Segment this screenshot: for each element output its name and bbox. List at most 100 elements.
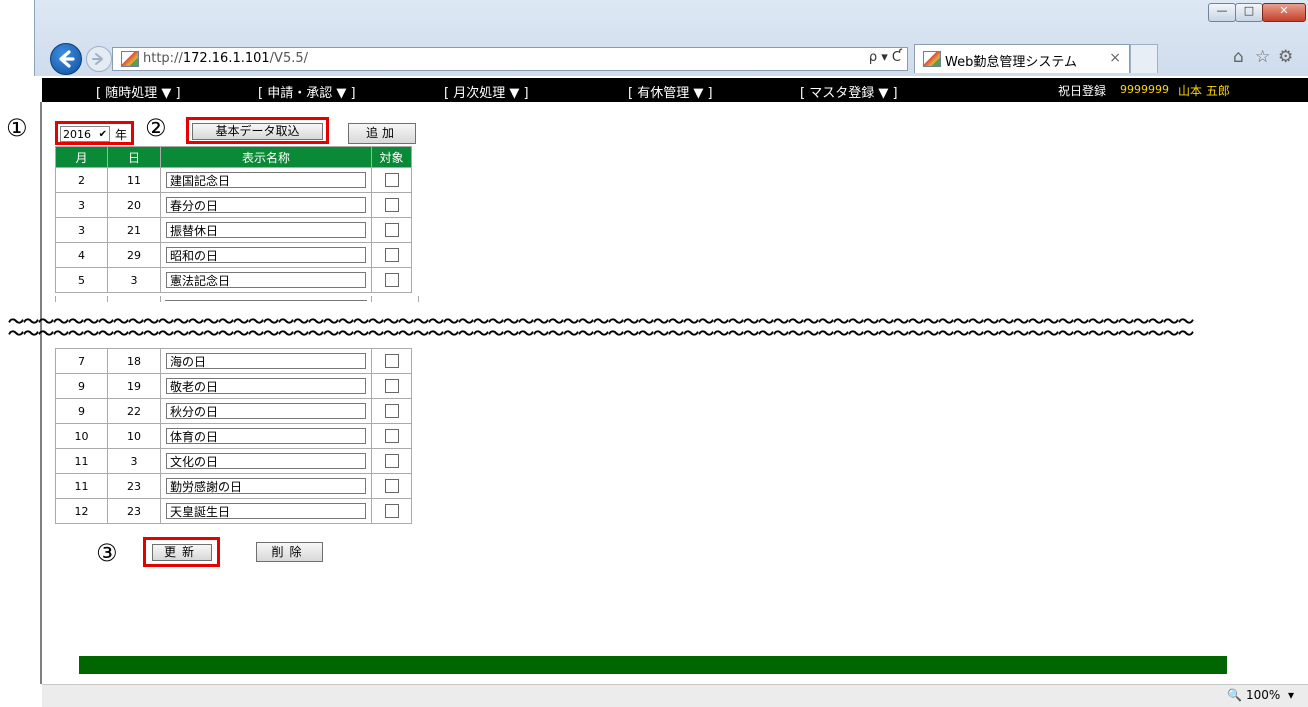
- cell-day: 18: [107, 348, 161, 374]
- display-name-input[interactable]: 天皇誕生日: [166, 503, 366, 519]
- display-name-input[interactable]: 振替休日: [166, 222, 366, 238]
- wave-line-2: 〜〜〜〜〜〜〜〜〜〜〜〜〜〜〜〜〜〜〜〜〜〜〜〜〜〜〜〜〜〜〜〜〜〜〜〜〜〜〜〜…: [8, 324, 1194, 343]
- address-bar[interactable]: http://172.16.1.101/V5.5/ ρ ▾ Ƈ: [112, 47, 908, 71]
- menu-request-approval[interactable]: [ 申請・承認 ▼ ]: [258, 82, 356, 101]
- omission-wave-separator: 〜〜〜〜〜〜〜〜〜〜〜〜〜〜〜〜〜〜〜〜〜〜〜〜〜〜〜〜〜〜〜〜〜〜〜〜〜〜〜〜…: [8, 316, 1302, 344]
- display-name-input[interactable]: 体育の日: [166, 428, 366, 444]
- import-base-data-button[interactable]: 基本データ取込: [192, 123, 323, 140]
- close-icon: ✕: [1279, 4, 1289, 17]
- cell-month: 9: [55, 398, 108, 424]
- target-checkbox[interactable]: [384, 173, 399, 187]
- menu-ad-hoc-processing[interactable]: [ 随時処理 ▼ ]: [96, 82, 181, 101]
- year-select[interactable]: 2016 ✔: [60, 126, 110, 142]
- cell-day: 23: [107, 498, 161, 524]
- window-close-button[interactable]: ✕: [1262, 3, 1306, 22]
- display-name-input[interactable]: 春分の日: [166, 197, 366, 213]
- cell-display-name: 昭和の日: [160, 242, 372, 268]
- display-name-input[interactable]: 憲法記念日: [166, 272, 366, 288]
- cell-display-name: 文化の日: [160, 448, 372, 474]
- search-refresh-icon[interactable]: ρ ▾ Ƈ: [869, 50, 901, 65]
- target-checkbox[interactable]: [384, 248, 399, 262]
- app-menu-bar: [ 随時処理 ▼ ] [ 申請・承認 ▼ ] [ 月次処理 ▼ ] [ 有休管理…: [42, 78, 1308, 102]
- cell-day: 19: [107, 373, 161, 399]
- tab-title: Web勤怠管理システム: [945, 55, 1077, 70]
- cell-target: [371, 267, 412, 293]
- cell-month: 3: [55, 192, 108, 218]
- table-row: 7 18 海の日: [55, 348, 412, 374]
- column-header-day: 日: [107, 146, 161, 168]
- target-checkbox[interactable]: [384, 479, 399, 493]
- target-checkbox[interactable]: [384, 354, 399, 368]
- forward-arrow-icon: [92, 53, 103, 65]
- display-name-input[interactable]: 勤労感謝の日: [166, 478, 366, 494]
- target-checkbox[interactable]: [384, 273, 399, 287]
- cell-month: 9: [55, 373, 108, 399]
- cell-display-name: 天皇誕生日: [160, 498, 372, 524]
- cell-target: [371, 398, 412, 424]
- menu-paid-leave[interactable]: [ 有休管理 ▼ ]: [628, 82, 713, 101]
- home-icon[interactable]: ⌂: [1233, 47, 1244, 67]
- display-name-input[interactable]: 秋分の日: [166, 403, 366, 419]
- cell-display-name: 憲法記念日: [160, 267, 372, 293]
- menu-master-registration[interactable]: [ マスタ登録 ▼ ]: [800, 82, 898, 101]
- back-arrow-icon: [59, 50, 75, 68]
- table-row: 11 3 文化の日: [55, 448, 412, 474]
- minimize-icon: —: [1216, 4, 1228, 17]
- table-row: 9 22 秋分の日: [55, 398, 412, 424]
- update-button[interactable]: 更新: [152, 544, 212, 561]
- display-name-input[interactable]: 昭和の日: [166, 247, 366, 263]
- cell-day: 11: [107, 167, 161, 193]
- zoom-level: 100%: [1246, 688, 1281, 702]
- tab-favicon-icon: [923, 51, 941, 67]
- zoom-control[interactable]: 🔍 100% ▾: [1227, 688, 1294, 702]
- year-unit-label: 年: [115, 128, 128, 142]
- tab-close-icon[interactable]: ×: [1109, 50, 1121, 66]
- table-row: 12 23 天皇誕生日: [55, 498, 412, 524]
- settings-gear-icon[interactable]: ⚙: [1278, 47, 1293, 67]
- delete-button[interactable]: 削除: [256, 542, 323, 562]
- menu-monthly-processing[interactable]: [ 月次処理 ▼ ]: [444, 82, 529, 101]
- display-name-input[interactable]: 建国記念日: [166, 172, 366, 188]
- table-row: 5 3 憲法記念日: [55, 267, 412, 293]
- browser-tab[interactable]: Web勤怠管理システム ×: [914, 44, 1130, 73]
- window-maximize-button[interactable]: □: [1235, 3, 1263, 22]
- table-row: 9 19 敬老の日: [55, 373, 412, 399]
- cell-display-name: 春分の日: [160, 192, 372, 218]
- annotation-mark-1: ①: [6, 114, 28, 142]
- column-header-target: 対象: [371, 146, 412, 168]
- cell-day: 22: [107, 398, 161, 424]
- user-id: 9999999: [1120, 83, 1169, 96]
- favorites-star-icon[interactable]: ☆: [1255, 47, 1270, 67]
- display-name-input[interactable]: 文化の日: [166, 453, 366, 469]
- table-row: 2 11 建国記念日: [55, 167, 412, 193]
- page-title: 祝日登録: [1058, 84, 1107, 98]
- chevron-down-icon: ✔: [98, 129, 107, 140]
- cell-day: 21: [107, 217, 161, 243]
- target-checkbox[interactable]: [384, 223, 399, 237]
- table-header-row: 月 日 表示名称 対象: [55, 146, 412, 168]
- display-name-input[interactable]: 海の日: [166, 353, 366, 369]
- display-name-input[interactable]: 敬老の日: [166, 378, 366, 394]
- url-path: /V5.5/: [269, 51, 308, 66]
- target-checkbox[interactable]: [384, 454, 399, 468]
- cell-day: 23: [107, 473, 161, 499]
- table-row: 10 10 体育の日: [55, 423, 412, 449]
- zoom-dropdown-icon[interactable]: ▾: [1288, 688, 1294, 702]
- user-name: 山本 五郎: [1178, 84, 1230, 98]
- back-button[interactable]: [50, 43, 82, 75]
- add-button[interactable]: 追加: [348, 123, 416, 144]
- column-header-display-name: 表示名称: [160, 146, 372, 168]
- target-checkbox[interactable]: [384, 404, 399, 418]
- target-checkbox[interactable]: [384, 379, 399, 393]
- cell-month: 7: [55, 348, 108, 374]
- forward-button[interactable]: [86, 46, 112, 72]
- import-highlight: 基本データ取込: [186, 117, 329, 144]
- target-checkbox[interactable]: [384, 198, 399, 212]
- cell-day: 3: [107, 267, 161, 293]
- new-tab-button[interactable]: [1130, 44, 1158, 73]
- address-url[interactable]: http://172.16.1.101/V5.5/: [143, 51, 308, 66]
- window-minimize-button[interactable]: —: [1208, 3, 1236, 22]
- target-checkbox[interactable]: [384, 429, 399, 443]
- target-checkbox[interactable]: [384, 504, 399, 518]
- cell-display-name: 海の日: [160, 348, 372, 374]
